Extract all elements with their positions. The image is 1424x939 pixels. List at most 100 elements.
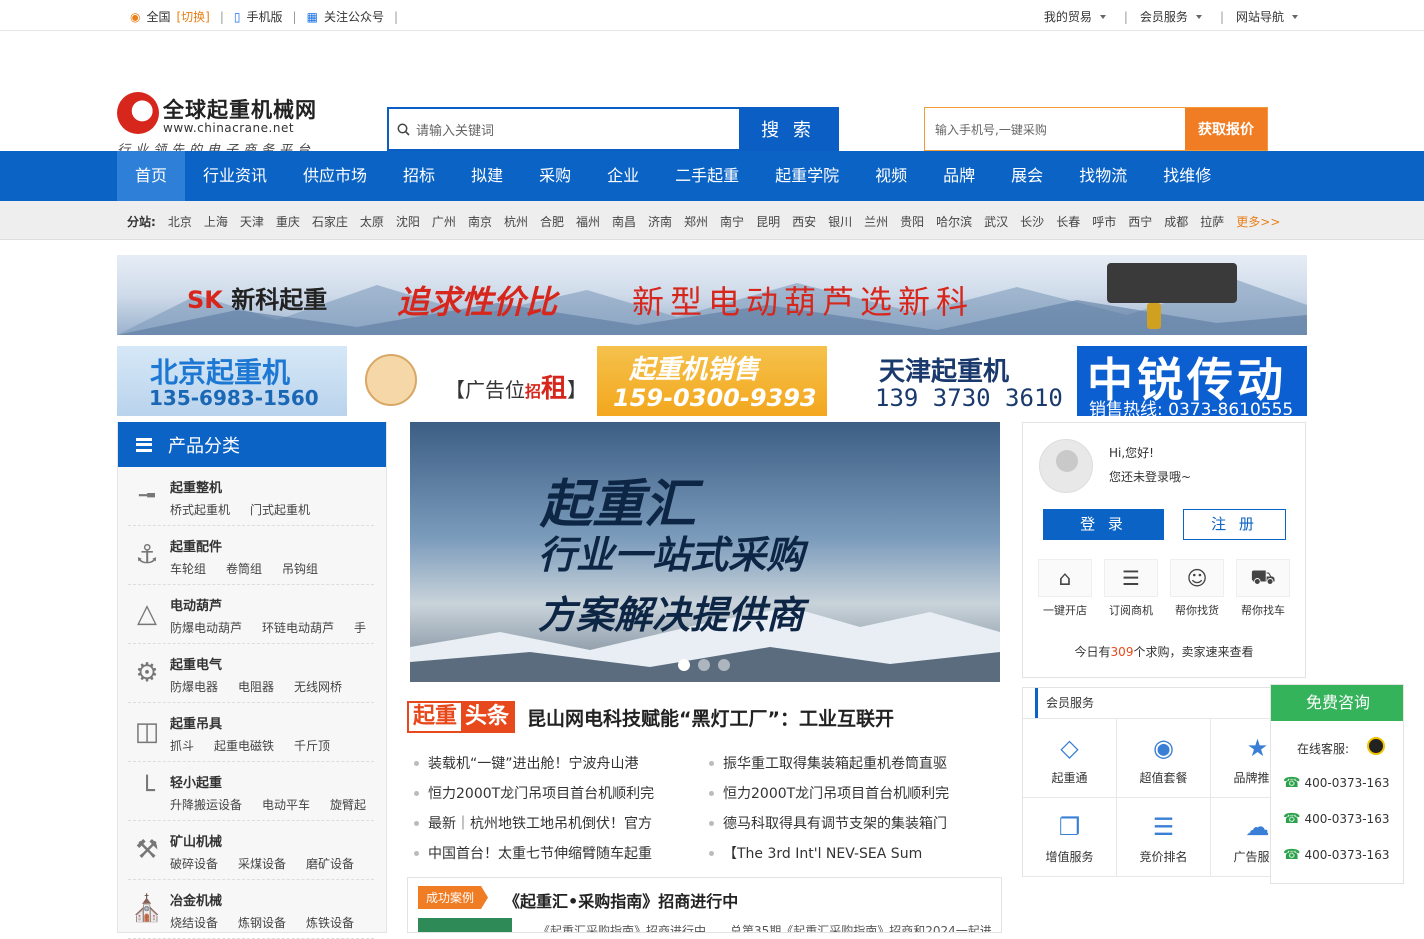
carousel-dot[interactable] (698, 659, 710, 671)
ad-zhongrui-drive[interactable]: 中锐传动 销售热线: 0373-8610555 (1077, 346, 1307, 416)
phone-input[interactable]: 输入手机号,一键采购 (925, 108, 1185, 150)
category-item[interactable]: ◫ 起重吊具 抓斗 起重电磁铁 千斤顶 (128, 703, 374, 762)
category-item-title[interactable]: 矿山机械 (170, 831, 222, 850)
substation-city-link[interactable]: 广州 (432, 213, 456, 230)
substation-city-link[interactable]: 重庆 (276, 213, 300, 230)
category-sub-link[interactable]: 防爆电器 (170, 678, 218, 695)
category-item[interactable]: └ 轻小起重 升降搬运设备 电动平车 旋臂起 (128, 762, 374, 821)
ad-beijing-crane[interactable]: 北京起重机 135-6983-1560 (117, 346, 347, 416)
category-sub-link[interactable]: 破碎设备 (170, 855, 218, 872)
category-sub-link[interactable]: 抓斗 (170, 737, 194, 754)
carousel-dot[interactable] (678, 659, 690, 671)
category-item[interactable]: △ 电动葫芦 防爆电动葫芦 环链电动葫芦 手 (128, 585, 374, 644)
service-coins[interactable]: ☰ 竞价排名 (1117, 798, 1211, 877)
quick-op-find-car[interactable]: ⛟ 帮你找车 (1235, 559, 1291, 627)
ad-crane-sales[interactable]: 起重机销售 159-0300-9393 (597, 346, 827, 416)
ad-slot-for-rent[interactable]: 【广告位招租】 (360, 346, 590, 416)
substation-city-link[interactable]: 天津 (240, 213, 264, 230)
service-puzzle[interactable]: ❐ 增值服务 (1023, 798, 1117, 877)
category-sub-link[interactable]: 炼钢设备 (238, 914, 286, 931)
category-sub-link[interactable]: 环链电动葫芦 (262, 619, 334, 636)
substation-city-link[interactable]: 郑州 (684, 213, 708, 230)
category-sub-link[interactable]: 千斤顶 (294, 737, 330, 754)
category-item[interactable]: ⚓ 起重配件 车轮组 卷筒组 吊钩组 (128, 526, 374, 585)
substation-city-link[interactable]: 济南 (648, 213, 672, 230)
category-item-title[interactable]: 轻小起重 (170, 772, 222, 791)
consult-title[interactable]: 免费咨询 (1271, 685, 1403, 721)
hero-carousel[interactable]: 起重汇 行业一站式采购 方案解决提供商 (410, 422, 1000, 682)
nav-item[interactable]: 招标 (385, 151, 453, 201)
hotline-row[interactable]: ☎ 400-0373-163 (1283, 811, 1389, 827)
substation-city-link[interactable]: 沈阳 (396, 213, 420, 230)
nav-item[interactable]: 视频 (857, 151, 925, 201)
wechat-follow-link[interactable]: 关注公众号 (324, 8, 384, 25)
substation-city-link[interactable]: 合肥 (540, 213, 564, 230)
news-link[interactable]: 恒力2000T龙门吊项目首台机顺利完 (705, 783, 1000, 803)
nav-item[interactable]: 企业 (589, 151, 657, 201)
category-sub-link[interactable]: 电动平车 (262, 796, 310, 813)
substation-city-link[interactable]: 太原 (360, 213, 384, 230)
substation-city-link[interactable]: 兰州 (864, 213, 888, 230)
substation-city-link[interactable]: 银川 (828, 213, 852, 230)
substation-city-link[interactable]: 南昌 (612, 213, 636, 230)
substation-city-link[interactable]: 西宁 (1128, 213, 1152, 230)
category-sub-link[interactable]: 升降搬运设备 (170, 796, 242, 813)
substation-city-link[interactable]: 西安 (792, 213, 816, 230)
category-sub-link[interactable]: 无线网桥 (294, 678, 342, 695)
site-nav-menu[interactable]: 网站导航 (1236, 8, 1304, 25)
substation-city-link[interactable]: 呼市 (1092, 213, 1116, 230)
substation-city-link[interactable]: 长沙 (1020, 213, 1044, 230)
my-trade-menu[interactable]: 我的贸易 (1044, 8, 1112, 25)
nav-item[interactable]: 首页 (117, 151, 186, 201)
news-link[interactable]: 中国首台！太重七节伸缩臂随车起重 (410, 843, 705, 863)
category-sub-link[interactable]: 采煤设备 (238, 855, 286, 872)
news-link[interactable]: 振华重工取得集装箱起重机卷筒直驱 (705, 753, 1000, 773)
case-title[interactable]: 《起重汇•采购指南》招商进行中 (504, 888, 738, 912)
register-button[interactable]: 注 册 (1183, 509, 1286, 540)
hotline-row[interactable]: ☎ 400-0373-163 (1283, 775, 1389, 791)
get-quote-button[interactable]: 获取报价 (1185, 108, 1267, 150)
qq-icon[interactable] (1367, 737, 1385, 755)
nav-item[interactable]: 找物流 (1061, 151, 1145, 201)
category-sub-link[interactable]: 起重电磁铁 (214, 737, 274, 754)
service-medal[interactable]: ◉ 超值套餐 (1117, 719, 1211, 798)
substation-city-link[interactable]: 成都 (1164, 213, 1188, 230)
quick-op-subscribe[interactable]: ☰ 订阅商机 (1103, 559, 1159, 627)
category-item[interactable]: ╼ 起重整机 桥式起重机 门式起重机 (128, 467, 374, 526)
search-input[interactable]: 请输入关键词 (389, 109, 739, 149)
quick-op-shop[interactable]: ⌂ 一键开店 (1037, 559, 1093, 627)
category-sub-link[interactable]: 车轮组 (170, 560, 206, 577)
switch-city-link[interactable]: [切换] (177, 8, 210, 25)
substation-city-link[interactable]: 上海 (204, 213, 228, 230)
headline-title[interactable]: 昆山网电科技赋能“黑灯工厂”：工业互联开 (527, 704, 894, 731)
nav-item[interactable]: 品牌 (925, 151, 993, 201)
nav-item[interactable]: 起重学院 (757, 151, 857, 201)
substation-city-link[interactable]: 南宁 (720, 213, 744, 230)
category-sub-link[interactable]: 吊钩组 (282, 560, 318, 577)
nav-item[interactable]: 展会 (993, 151, 1061, 201)
substation-city-link[interactable]: 北京 (168, 213, 192, 230)
category-item[interactable]: ⚙ 起重电气 防爆电器 电阻器 无线网桥 (128, 644, 374, 703)
category-sub-link[interactable]: 卷筒组 (226, 560, 262, 577)
nav-item[interactable]: 采购 (521, 151, 589, 201)
substation-city-link[interactable]: 南京 (468, 213, 492, 230)
category-item-title[interactable]: 起重吊具 (170, 713, 222, 732)
nav-item[interactable]: 二手起重 (657, 151, 757, 201)
substation-city-link[interactable]: 贵阳 (900, 213, 924, 230)
login-button[interactable]: 登 录 (1043, 509, 1164, 540)
substation-more-link[interactable]: 更多>> (1236, 213, 1280, 230)
ad-tianjin-crane[interactable]: 天津起重机 139 3730 3610 (837, 346, 1067, 416)
category-item-title[interactable]: 冶金机械 (170, 890, 222, 909)
nav-item[interactable]: 行业资讯 (185, 151, 285, 201)
nav-item[interactable]: 找维修 (1145, 151, 1229, 201)
substation-city-link[interactable]: 长春 (1056, 213, 1080, 230)
news-link[interactable]: 【The 3rd Int'l NEV-SEA Sum (705, 843, 1000, 863)
substation-city-link[interactable]: 拉萨 (1200, 213, 1224, 230)
substation-city-link[interactable]: 哈尔滨 (936, 213, 972, 230)
quick-op-find-goods[interactable]: ☺ 帮你找货 (1169, 559, 1225, 627)
substation-city-link[interactable]: 杭州 (504, 213, 528, 230)
category-item-title[interactable]: 起重配件 (170, 536, 222, 555)
substation-city-link[interactable]: 福州 (576, 213, 600, 230)
category-sub-link[interactable]: 磨矿设备 (306, 855, 354, 872)
category-sub-link[interactable]: 手 (354, 619, 366, 636)
